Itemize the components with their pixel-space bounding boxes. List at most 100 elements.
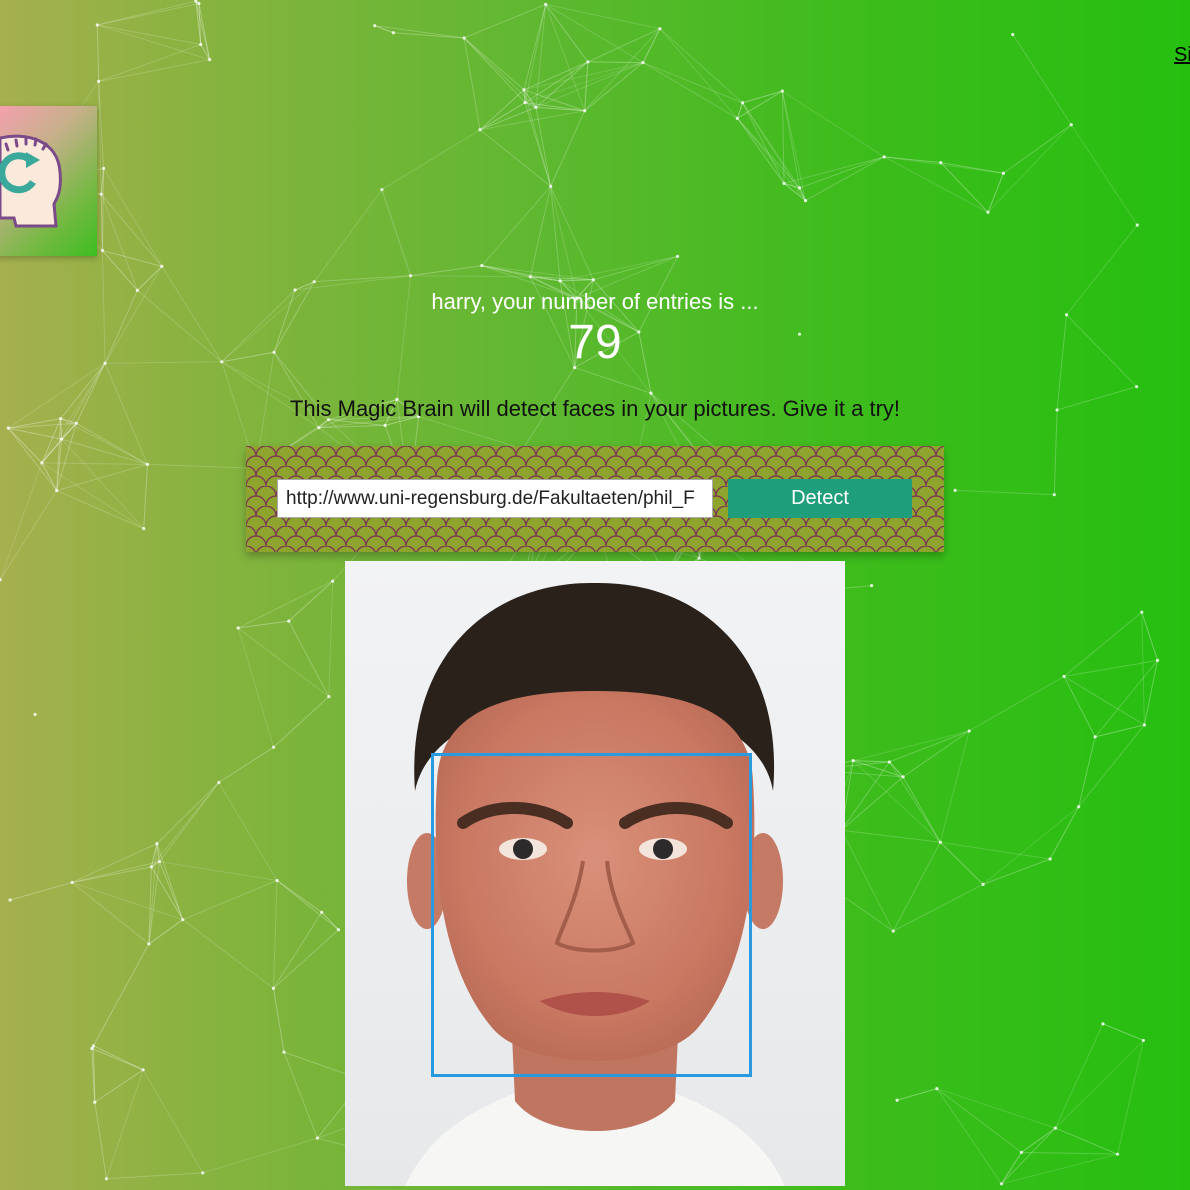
particle-dot [1101,1022,1105,1026]
particle-dot [586,60,590,64]
particle-link [892,842,941,932]
particle-link [94,1069,144,1103]
particle-link [893,883,984,932]
particle-link [853,730,970,762]
particle-link [841,829,941,843]
particle-link [1049,806,1080,860]
particle-dot [1142,723,1146,727]
particle-link [156,782,220,844]
particle-link [102,250,162,267]
particle-dot [869,583,874,588]
particle-link [1070,124,1138,226]
particle-link [889,730,970,763]
particle-dot [6,426,10,430]
particle-dot [99,192,103,196]
particle-dot [480,264,484,268]
particle-link [159,782,220,862]
particle-link [1001,1153,1118,1185]
particle-link [381,189,412,276]
particle-link [202,1137,318,1174]
particle-link [96,24,100,82]
particle-link [97,3,200,26]
particle-dot [199,42,203,47]
particle-link [1055,1040,1144,1129]
particle-link [276,880,323,913]
particle-dot [522,88,526,92]
detect-button[interactable]: Detect [728,479,912,518]
particle-link [940,841,1051,860]
particle-dot [528,275,532,279]
particle-link [1095,724,1145,738]
particle-dot [1093,735,1097,739]
logo[interactable] [0,106,97,256]
particle-link [71,843,158,883]
particle-link [97,24,201,45]
particle-dot [59,437,64,441]
particle-link [523,61,589,91]
particle-link [936,1088,1056,1129]
particle-link [479,129,551,187]
particle-link [60,418,148,465]
particle-link [7,427,43,464]
particle-link [584,62,644,112]
particle-link [91,943,150,1049]
particle-link [587,61,644,64]
signout-link[interactable]: Sign Out [1174,44,1190,67]
particle-dot [236,626,240,630]
particle-dot [70,880,74,885]
particle-dot [675,254,680,258]
particle-dot [271,745,276,749]
image-url-input[interactable] [277,479,713,518]
particle-dot [1053,1126,1057,1130]
particle-link [936,1088,1022,1153]
particle-dot [534,105,538,109]
particle-dot [591,278,595,282]
particle-dot [882,155,886,159]
particle-dot [1062,674,1066,679]
particle-dot [327,695,331,699]
particle-link [72,866,152,883]
particle-link [105,1069,144,1179]
particle-link [276,880,339,931]
particle-link [535,61,589,108]
particle-link [593,255,678,281]
particle-link [463,3,546,39]
particle-link [106,1172,203,1180]
particle-link [1141,612,1145,725]
particle-link [328,581,334,697]
particle-dot [803,199,808,203]
particle-link [1094,660,1158,738]
particle-link [7,427,58,491]
particle-link [1102,1023,1144,1041]
particle-link [545,3,644,64]
particle-dot [981,882,985,886]
particle-link [98,59,210,82]
particle-dot [160,264,164,269]
particle-link [574,367,652,394]
particle-link [313,189,383,282]
particle-dot [380,187,384,192]
particle-link [41,462,58,491]
particle-dot [93,1100,97,1104]
particle-link [273,696,330,748]
image-link-form: Detect [246,446,944,552]
particle-link [659,28,738,119]
particle-link [1063,611,1143,677]
particle-link [9,881,73,901]
particle-dot [986,210,990,214]
particle-link [102,250,138,291]
particle-dot [1011,32,1015,37]
particle-dot [887,760,891,764]
particle-link [479,89,525,131]
particle-link [742,102,785,184]
particle-link [8,427,62,440]
particle-dot [320,910,324,914]
particle-dot [90,1046,94,1051]
particle-dot [336,928,341,932]
particle-dot [641,60,645,65]
particle-link [523,62,644,91]
particle-dot [1135,223,1139,227]
particle-dot [74,421,78,425]
particle-dot [1155,658,1160,662]
particle-link [840,830,894,932]
